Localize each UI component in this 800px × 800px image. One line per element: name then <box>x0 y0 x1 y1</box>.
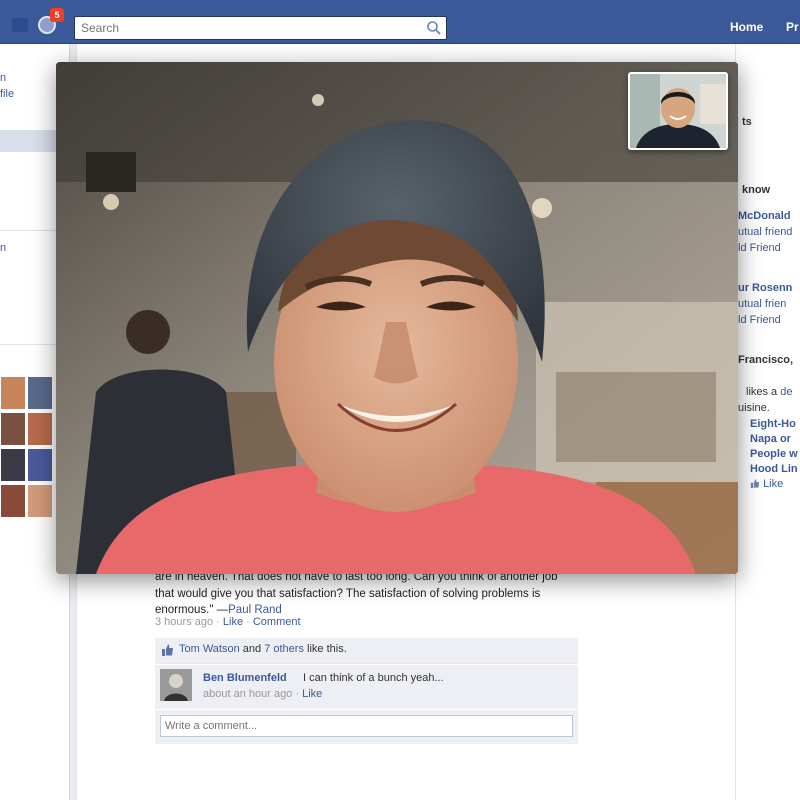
friend-photo[interactable] <box>27 412 53 446</box>
friend-photo[interactable] <box>27 448 53 482</box>
meta-separator: · <box>243 616 253 628</box>
likes-text-fragment: likes a <box>746 386 778 398</box>
comment-composer <box>155 710 578 744</box>
comment-meta: about an hour ago · Like <box>203 688 322 700</box>
meta-separator: · <box>292 688 303 700</box>
comment-text: I can think of a bunch yeah... <box>303 672 444 684</box>
add-friend-link[interactable]: ld Friend <box>738 314 781 326</box>
right-sidebar: ts know McDonald utual friend ld Friend … <box>736 44 800 800</box>
likes-summary: Tom Watson and 7 others like this. <box>155 638 578 664</box>
thumbs-up-icon <box>162 644 173 656</box>
friend-photo[interactable] <box>0 448 26 482</box>
quote-author-link[interactable]: Paul Rand <box>228 604 282 616</box>
location-heading: Francisco, <box>738 354 794 366</box>
event-line[interactable]: Napa or <box>750 433 791 445</box>
sidebar-fragment[interactable]: file <box>0 88 14 100</box>
event-line[interactable]: People w <box>750 448 798 460</box>
notification-badge: 5 <box>50 8 64 22</box>
post-meta: 3 hours ago · Like · Comment <box>155 616 301 628</box>
nav-home-link[interactable]: Home <box>730 20 763 34</box>
friend-photo[interactable] <box>0 376 26 410</box>
event-line[interactable]: Hood Lin <box>750 463 798 475</box>
like-label: Like <box>763 478 784 490</box>
sidebar-fragment[interactable]: n <box>0 242 6 254</box>
others-link[interactable]: 7 others <box>264 643 304 655</box>
search-icon[interactable] <box>426 20 442 36</box>
friend-photo[interactable] <box>27 376 53 410</box>
meta-separator: · <box>213 616 223 628</box>
friend-photo[interactable] <box>0 484 26 518</box>
event-line[interactable]: Eight-Ho <box>750 418 796 430</box>
mutual-friends-link[interactable]: utual friend <box>738 226 792 238</box>
thumbs-up-icon <box>750 479 760 488</box>
mutual-friends-link[interactable]: utual frien <box>738 298 786 310</box>
comment-time[interactable]: about an hour ago <box>203 688 292 700</box>
local-video-feed <box>630 74 726 148</box>
post-time[interactable]: 3 hours ago <box>155 616 213 628</box>
top-bar: 5 Home Pr <box>0 0 800 44</box>
liker-link[interactable]: Tom Watson <box>179 643 240 655</box>
friend-photo[interactable] <box>0 412 26 446</box>
comment-author-avatar[interactable] <box>160 669 192 701</box>
avatar-photo <box>160 669 192 701</box>
likes-and: and <box>239 643 265 655</box>
comment: Ben Blumenfeld I can think of a bunch ye… <box>155 665 578 709</box>
likes-text: likes a de <box>746 386 793 398</box>
suggested-person-name[interactable]: ur Rosenn <box>738 282 792 294</box>
comment-like-button[interactable]: Like <box>302 688 322 700</box>
search-input[interactable] <box>74 16 447 40</box>
write-comment-input[interactable] <box>160 715 573 737</box>
video-call-window[interactable] <box>56 62 738 574</box>
likes-link[interactable]: de <box>780 386 792 398</box>
self-view-thumbnail[interactable] <box>628 72 728 150</box>
comment-author-link[interactable]: Ben Blumenfeld <box>203 672 287 684</box>
people-you-may-know-header: know <box>742 184 771 196</box>
like-button[interactable]: Like <box>223 616 243 628</box>
add-friend-link[interactable]: ld Friend <box>738 242 781 254</box>
nav-profile-link[interactable]: Pr <box>786 20 799 34</box>
section-header-fragment: ts <box>742 116 752 128</box>
friends-photo-grid <box>0 376 56 520</box>
friends-icon[interactable] <box>12 18 28 32</box>
suggested-person-name[interactable]: McDonald <box>738 210 791 222</box>
sidebar-fragment[interactable]: n <box>0 72 6 84</box>
like-link[interactable]: Like <box>750 478 783 490</box>
cuisine-text: uisine. <box>738 402 770 414</box>
friend-photo[interactable] <box>27 484 53 518</box>
likes-suffix: like this. <box>303 643 347 655</box>
comment-button[interactable]: Comment <box>253 616 301 628</box>
